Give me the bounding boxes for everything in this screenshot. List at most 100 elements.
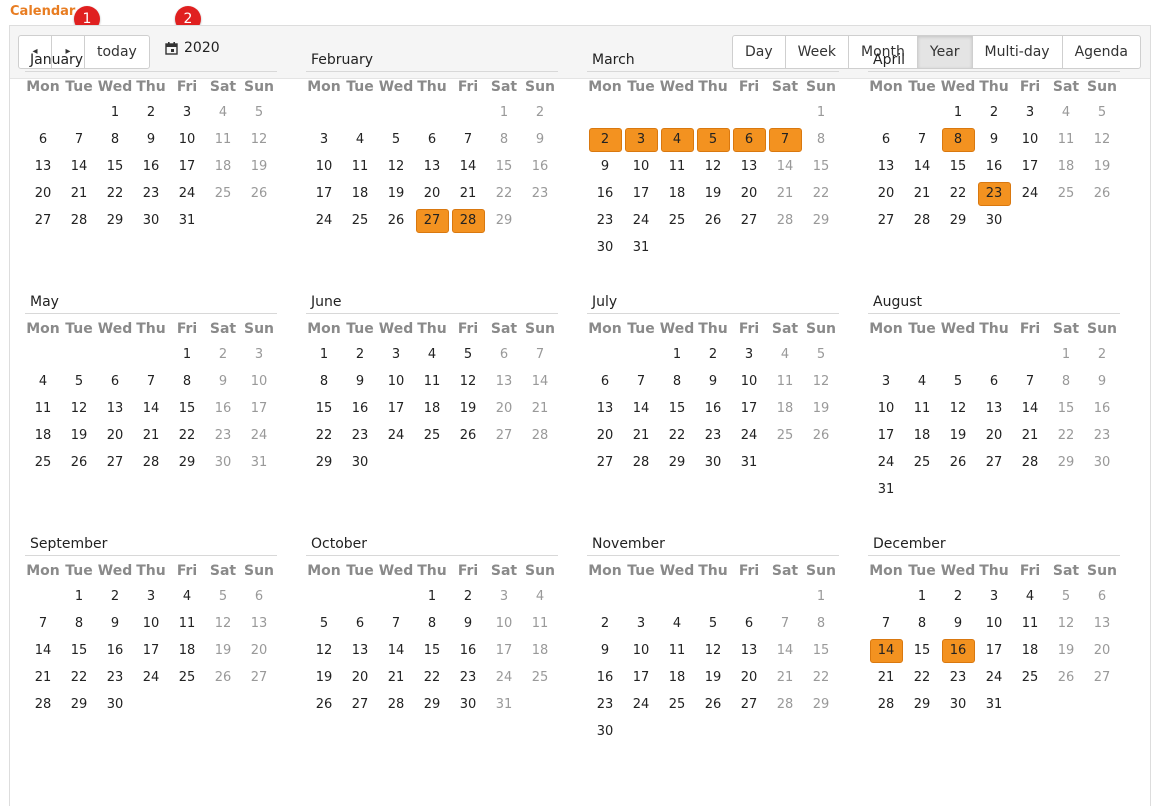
day-cell[interactable]: 22 [659, 422, 695, 449]
day-cell[interactable]: 13 [1084, 610, 1120, 637]
day-cell[interactable]: 9 [695, 368, 731, 395]
day-cell[interactable]: 17 [241, 395, 277, 422]
day-cell[interactable]: 21 [378, 664, 414, 691]
day-cell[interactable]: 23 [587, 207, 623, 234]
month-name[interactable]: November [587, 536, 839, 556]
day-cell[interactable]: 20 [731, 664, 767, 691]
day-cell[interactable]: 28 [767, 691, 803, 718]
day-cell[interactable]: 30 [1084, 449, 1120, 476]
day-cell[interactable]: 15 [306, 395, 342, 422]
day-cell[interactable]: 20 [25, 180, 61, 207]
day-cell[interactable]: 29 [486, 207, 522, 234]
day-cell[interactable]: 25 [522, 664, 558, 691]
day-cell[interactable]: 5 [1048, 583, 1084, 610]
day-cell[interactable]: 12 [695, 153, 731, 180]
day-cell[interactable]: 12 [450, 368, 486, 395]
day-cell[interactable]: 4 [659, 610, 695, 637]
day-cell[interactable]: 1 [169, 341, 205, 368]
day-cell[interactable]: 5 [695, 610, 731, 637]
day-cell[interactable]: 24 [241, 422, 277, 449]
day-cell[interactable]: 30 [695, 449, 731, 476]
day-cell[interactable]: 7 [623, 368, 659, 395]
day-cell[interactable]: 3 [378, 341, 414, 368]
day-cell[interactable]: 3 [241, 341, 277, 368]
day-cell[interactable]: 10 [868, 395, 904, 422]
day-cell[interactable]: 5 [205, 583, 241, 610]
day-cell[interactable]: 21 [767, 180, 803, 207]
day-cell[interactable]: 19 [940, 422, 976, 449]
day-cell[interactable]: 23 [940, 664, 976, 691]
day-cell[interactable]: 29 [97, 207, 133, 234]
day-cell[interactable]: 1 [486, 99, 522, 126]
day-cell[interactable]: 14 [61, 153, 97, 180]
day-cell[interactable]: 18 [767, 395, 803, 422]
day-cell[interactable]: 12 [61, 395, 97, 422]
day-cell[interactable]: 30 [342, 449, 378, 476]
day-cell[interactable]: 18 [414, 395, 450, 422]
day-cell[interactable]: 2 [133, 99, 169, 126]
day-cell[interactable]: 1 [940, 99, 976, 126]
day-cell[interactable]: 18 [169, 637, 205, 664]
day-cell[interactable]: 3 [169, 99, 205, 126]
day-cell[interactable]: 17 [306, 180, 342, 207]
day-cell[interactable]: 31 [623, 234, 659, 261]
day-cell[interactable]: 9 [205, 368, 241, 395]
day-cell[interactable]: 31 [169, 207, 205, 234]
day-cell[interactable]: 24 [868, 449, 904, 476]
day-cell[interactable]: 7 [767, 126, 803, 153]
day-cell[interactable]: 27 [414, 207, 450, 234]
day-cell[interactable]: 23 [133, 180, 169, 207]
day-cell[interactable]: 28 [378, 691, 414, 718]
day-cell[interactable]: 11 [767, 368, 803, 395]
day-cell[interactable]: 14 [767, 637, 803, 664]
day-cell[interactable]: 16 [940, 637, 976, 664]
month-name[interactable]: March [587, 52, 839, 72]
day-cell[interactable]: 10 [306, 153, 342, 180]
day-cell[interactable]: 29 [803, 207, 839, 234]
day-cell[interactable]: 15 [61, 637, 97, 664]
day-cell[interactable]: 26 [306, 691, 342, 718]
day-cell[interactable]: 13 [342, 637, 378, 664]
day-cell[interactable]: 7 [25, 610, 61, 637]
day-cell[interactable]: 25 [1012, 664, 1048, 691]
day-cell[interactable]: 6 [1084, 583, 1120, 610]
day-cell[interactable]: 10 [133, 610, 169, 637]
day-cell[interactable]: 22 [803, 664, 839, 691]
day-cell[interactable]: 25 [169, 664, 205, 691]
day-cell[interactable]: 14 [767, 153, 803, 180]
day-cell[interactable]: 3 [623, 126, 659, 153]
day-cell[interactable]: 8 [803, 126, 839, 153]
day-cell[interactable]: 18 [25, 422, 61, 449]
day-cell[interactable]: 12 [803, 368, 839, 395]
day-cell[interactable]: 28 [61, 207, 97, 234]
day-cell[interactable]: 17 [169, 153, 205, 180]
day-cell[interactable]: 20 [486, 395, 522, 422]
day-cell[interactable]: 18 [342, 180, 378, 207]
day-cell[interactable]: 15 [97, 153, 133, 180]
day-cell[interactable]: 6 [731, 610, 767, 637]
day-cell[interactable]: 5 [241, 99, 277, 126]
day-cell[interactable]: 25 [342, 207, 378, 234]
day-cell[interactable]: 21 [623, 422, 659, 449]
day-cell[interactable]: 24 [731, 422, 767, 449]
day-cell[interactable]: 7 [522, 341, 558, 368]
day-cell[interactable]: 14 [868, 637, 904, 664]
day-cell[interactable]: 24 [623, 207, 659, 234]
day-cell[interactable]: 25 [205, 180, 241, 207]
day-cell[interactable]: 6 [486, 341, 522, 368]
day-cell[interactable]: 26 [205, 664, 241, 691]
day-cell[interactable]: 30 [587, 718, 623, 745]
day-cell[interactable]: 3 [976, 583, 1012, 610]
day-cell[interactable]: 16 [450, 637, 486, 664]
day-cell[interactable]: 19 [1084, 153, 1120, 180]
day-cell[interactable]: 1 [659, 341, 695, 368]
day-cell[interactable]: 15 [169, 395, 205, 422]
day-cell[interactable]: 18 [522, 637, 558, 664]
day-cell[interactable]: 26 [450, 422, 486, 449]
day-cell[interactable]: 19 [695, 664, 731, 691]
day-cell[interactable]: 27 [976, 449, 1012, 476]
day-cell[interactable]: 12 [695, 637, 731, 664]
day-cell[interactable]: 19 [450, 395, 486, 422]
day-cell[interactable]: 16 [1084, 395, 1120, 422]
day-cell[interactable]: 21 [767, 664, 803, 691]
